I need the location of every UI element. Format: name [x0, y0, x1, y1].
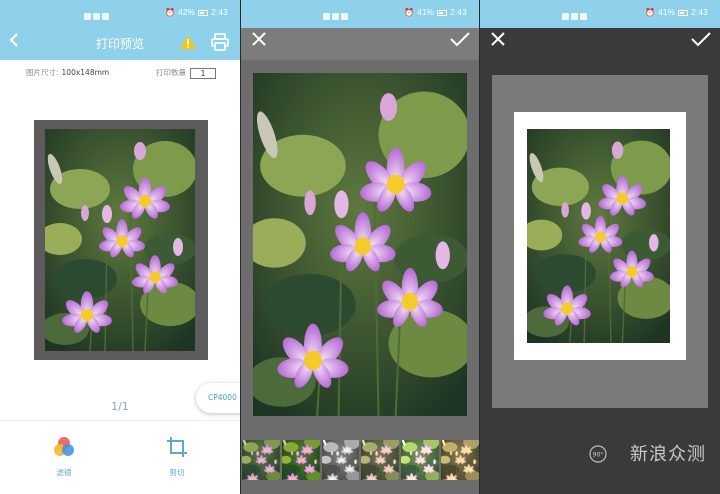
filter-editor-screen: ⏰ 41% 2:43: [241, 0, 479, 494]
rotate-label: 90°: [593, 452, 604, 459]
status-right: ⏰ 41% 2:43: [645, 8, 708, 17]
alarm-icon: ⏰: [404, 8, 415, 17]
close-icon: [491, 32, 505, 46]
confirm-button[interactable]: [690, 30, 711, 50]
filter-thumb-bright[interactable]: [401, 440, 439, 480]
close-button[interactable]: [489, 30, 509, 50]
print-qty-label: 打印数量: [156, 68, 186, 77]
print-qty-row: 打印数量 1: [156, 67, 216, 79]
filter-thumb-vivid[interactable]: [282, 440, 320, 480]
filter-thumb-gold[interactable]: [441, 440, 479, 480]
top-bar: ⏰ 41% 2:43: [241, 0, 479, 60]
battery-icon: [678, 9, 689, 16]
lotus-photo-thumbnail[interactable]: [45, 129, 195, 351]
notification-icons: [562, 7, 598, 20]
header-bar: ⏰ 42% 2:43 打印预览: [0, 0, 240, 60]
print-preview-screen: ⏰ 42% 2:43 打印预览 图片尺寸: 100x148mm 打印数量 1 1/1…: [0, 0, 240, 494]
lotus-photo-large: [253, 73, 467, 416]
status-bar: ⏰ 42% 2:43: [0, 0, 240, 28]
image-size-row: 图片尺寸: 100x148mm: [26, 67, 109, 78]
filter-thumb-original[interactable]: [242, 440, 280, 480]
filter-thumb-warm[interactable]: [361, 440, 399, 480]
filter-button[interactable]: 滤镜: [39, 435, 89, 478]
confirm-button[interactable]: [449, 30, 470, 50]
bottom-toolbar: 滤镜 剪切: [0, 420, 240, 494]
notification-icons: [84, 7, 120, 20]
battery-percent: 41%: [417, 8, 435, 17]
filter-icon: [54, 437, 74, 456]
crop-editor-screen: ⏰ 41% 2:43 90° 新浪众测: [480, 0, 720, 494]
notification-icons: [323, 7, 359, 20]
battery-icon: [437, 9, 448, 16]
page-title: 打印预览: [95, 37, 144, 51]
print-qty-input[interactable]: 1: [190, 67, 216, 79]
print-button[interactable]: [210, 32, 230, 52]
confirm-icon: [691, 32, 711, 47]
crop-button[interactable]: 剪切: [152, 435, 202, 478]
filter-thumb-mono[interactable]: [322, 440, 360, 480]
crop-label: 剪切: [169, 468, 185, 477]
crop-icon: [167, 437, 187, 457]
alarm-icon: ⏰: [645, 8, 656, 17]
rotate-button[interactable]: 90°: [588, 444, 608, 464]
lotus-photo-crop[interactable]: [527, 129, 670, 343]
printer-icon: [211, 33, 229, 51]
battery-icon: [198, 9, 209, 16]
clock: 2:43: [211, 8, 228, 17]
image-size-label: 图片尺寸:: [26, 68, 59, 77]
printer-model-button[interactable]: CP4000: [196, 383, 240, 413]
battery-percent: 41%: [658, 8, 676, 17]
clock: 2:43: [450, 8, 467, 17]
image-size-value: 100x148mm: [61, 68, 110, 77]
close-button[interactable]: [250, 30, 270, 50]
status-right: ⏰ 42% 2:43: [165, 8, 228, 17]
filter-label: 滤镜: [56, 468, 72, 477]
alarm-icon: ⏰: [165, 8, 176, 17]
battery-percent: 42%: [178, 8, 196, 17]
confirm-icon: [450, 32, 470, 47]
close-icon: [252, 32, 266, 46]
status-bar: ⏰ 41% 2:43: [480, 0, 720, 28]
filter-strip: [241, 440, 479, 480]
status-right: ⏰ 41% 2:43: [404, 8, 467, 17]
watermark: 新浪众测: [630, 444, 706, 465]
status-bar: ⏰ 41% 2:43: [241, 0, 479, 28]
rotate-icon: 90°: [589, 445, 607, 463]
warning-button[interactable]: [179, 34, 197, 50]
clock: 2:43: [691, 8, 708, 17]
warning-icon: [180, 35, 196, 49]
